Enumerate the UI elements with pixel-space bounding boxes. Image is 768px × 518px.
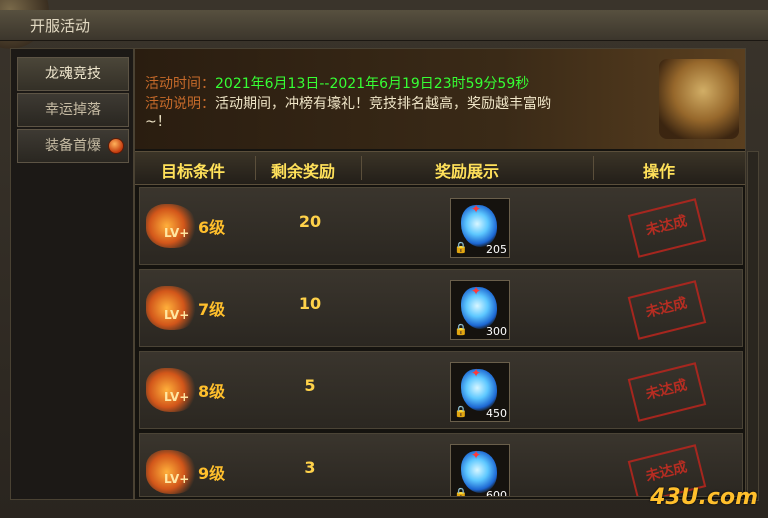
event-desc-value: 活动期间，冲榜有壕礼！竞技排名越高，奖励越丰富哟 xyxy=(215,96,551,112)
reward-item-slot[interactable]: ✦ 🔒 450 xyxy=(450,362,510,422)
event-desc-label: 活动说明： xyxy=(145,96,215,112)
header-action: 操作 xyxy=(643,162,676,181)
target-level: 8级 xyxy=(198,382,226,401)
lv-plus-text: LV+ xyxy=(164,472,190,486)
game-panel-frame: 开服活动 龙魂竞技 幸运掉落 装备首爆 活动时间：2021年6月13日--202… xyxy=(0,0,768,518)
level-flame-icon: LV+ xyxy=(146,198,206,254)
lock-icon: 🔒 xyxy=(454,487,468,497)
table-row: LV+ 7级 10 ✦ 🔒 300 未达成 xyxy=(139,269,743,347)
target-level: 7级 xyxy=(198,300,226,319)
left-nav: 龙魂竞技 幸运掉落 装备首爆 xyxy=(10,48,134,500)
header-rewards: 奖励展示 xyxy=(435,162,500,181)
remaining-count: 3 xyxy=(304,458,316,477)
status-stamp: 未达成 xyxy=(627,280,707,340)
table-row: LV+ 6级 20 ✦ 🔒 205 未达成 xyxy=(139,187,743,265)
remaining-count: 20 xyxy=(298,212,322,231)
status-stamp: 未达成 xyxy=(627,362,707,422)
lv-plus-text: LV+ xyxy=(164,226,190,240)
main-content: 活动时间：2021年6月13日--2021年6月19日23时59分59秒 活动说… xyxy=(134,48,759,501)
panel-title: 开服活动 xyxy=(30,17,91,35)
target-level: 9级 xyxy=(198,464,226,483)
reward-quantity: 450 xyxy=(486,407,507,420)
status-stamp: 未达成 xyxy=(627,198,707,258)
lv-plus-text: LV+ xyxy=(164,390,190,404)
event-desc-line: 活动说明：活动期间，冲榜有壕礼！竞技排名越高，奖励越丰富哟 xyxy=(145,93,551,113)
level-flame-icon: LV+ xyxy=(146,444,206,496)
sparkle-icon: ✦ xyxy=(471,366,482,380)
lock-icon: 🔒 xyxy=(454,323,468,336)
site-watermark: 43U.com xyxy=(650,485,758,510)
table-header: 目标条件 剩余奖励 奖励展示 操作 xyxy=(135,151,745,185)
nav-item-first-equipment-drop[interactable]: 装备首爆 xyxy=(17,129,129,163)
nav-item-lucky-drop[interactable]: 幸运掉落 xyxy=(17,93,129,127)
header-divider xyxy=(361,156,362,180)
nav-item-label: 龙魂竞技 xyxy=(45,66,101,82)
sparkle-icon: ✦ xyxy=(471,284,482,298)
event-banner: 活动时间：2021年6月13日--2021年6月19日23时59分59秒 活动说… xyxy=(135,49,745,149)
level-flame-icon: LV+ xyxy=(146,280,206,336)
remaining-count: 10 xyxy=(298,294,322,313)
remaining-count: 5 xyxy=(304,376,316,395)
event-desc-tail: ~！ xyxy=(145,114,171,130)
nav-item-label: 幸运掉落 xyxy=(45,102,101,118)
reward-item-slot[interactable]: ✦ 🔒 205 xyxy=(450,198,510,258)
table-row: LV+ 8级 5 ✦ 🔒 450 未达成 xyxy=(139,351,743,429)
reward-item-slot[interactable]: ✦ 🔒 300 xyxy=(450,280,510,340)
event-time-label: 活动时间： xyxy=(145,76,215,92)
reward-quantity: 300 xyxy=(486,325,507,338)
header-divider xyxy=(593,156,594,180)
title-bar: 开服活动 xyxy=(0,10,768,41)
header-remaining: 剩余奖励 xyxy=(271,162,336,181)
sparkle-icon: ✦ xyxy=(471,202,482,216)
notification-dot-icon xyxy=(108,138,124,154)
event-time-value: 2021年6月13日--2021年6月19日23时59分59秒 xyxy=(215,76,530,92)
sparkle-icon: ✦ xyxy=(471,448,482,462)
reward-quantity: 205 xyxy=(486,243,507,256)
treasure-chest-icon xyxy=(659,59,739,139)
lv-plus-text: LV+ xyxy=(164,308,190,322)
lock-icon: 🔒 xyxy=(454,241,468,254)
lock-icon: 🔒 xyxy=(454,405,468,418)
scrollbar[interactable] xyxy=(747,151,759,501)
nav-item-label: 装备首爆 xyxy=(45,138,101,154)
header-divider xyxy=(255,156,256,180)
target-level: 6级 xyxy=(198,218,226,237)
reward-quantity: 600 xyxy=(486,489,507,497)
header-goal: 目标条件 xyxy=(161,162,226,181)
nav-item-dragon-soul-arena[interactable]: 龙魂竞技 xyxy=(17,57,129,91)
event-time-line: 活动时间：2021年6月13日--2021年6月19日23时59分59秒 xyxy=(145,73,529,93)
level-flame-icon: LV+ xyxy=(146,362,206,418)
reward-item-slot[interactable]: ✦ 🔒 600 xyxy=(450,444,510,497)
